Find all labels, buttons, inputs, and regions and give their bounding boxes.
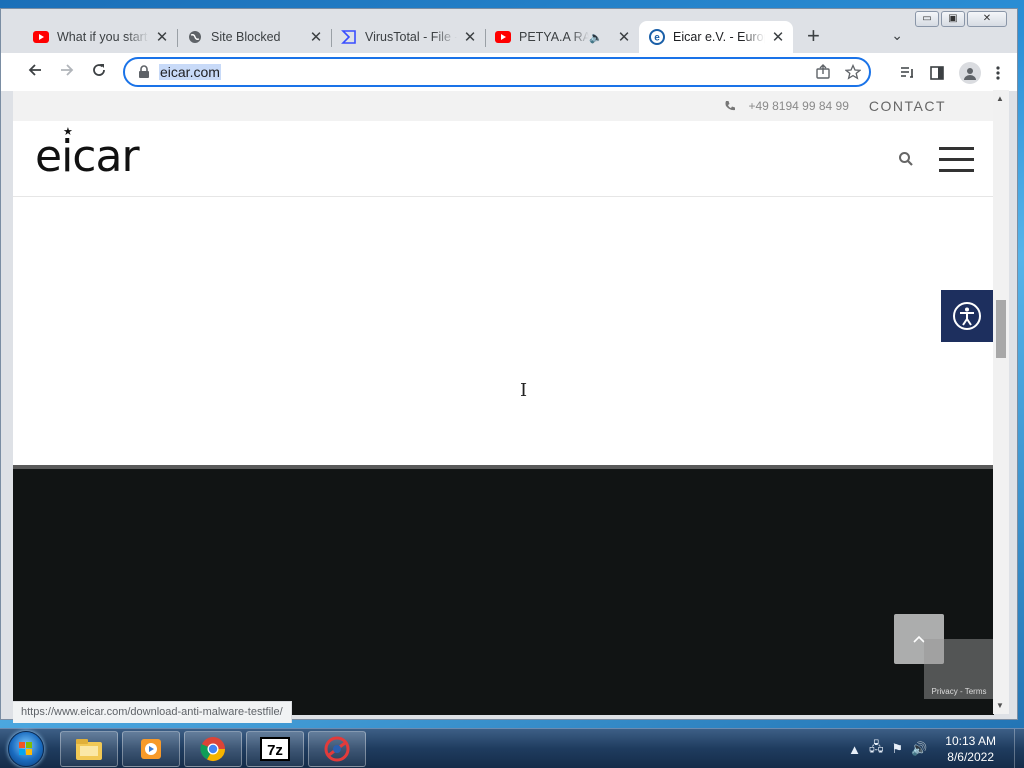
close-tab-icon[interactable]: ✕ <box>309 28 323 46</box>
lock-icon <box>139 65 149 78</box>
content-area <box>13 197 994 465</box>
text-cursor-icon: I <box>520 380 528 401</box>
start-button[interactable] <box>8 731 44 767</box>
youtube-icon <box>33 29 49 45</box>
tab-youtube-what-if[interactable]: What if you start ✕ <box>23 21 177 53</box>
site-header: ★ eicar <box>13 121 994 197</box>
page-scrollbar[interactable]: ▲ ▼ <box>993 90 1009 714</box>
volume-icon[interactable]: 🔊 <box>911 741 927 757</box>
kebab-menu-icon[interactable] <box>995 65 1001 81</box>
status-bar-url: https://www.eicar.com/download-anti-malw… <box>13 701 292 723</box>
media-player-icon <box>141 739 161 759</box>
site-topbar: +49 8194 99 84 99 CONTACT <box>13 91 994 121</box>
tab-title: VirusTotal - File - <box>365 30 457 44</box>
recaptcha-badge[interactable]: Privacy - Terms <box>924 639 994 699</box>
dark-section: Privacy - Terms <box>13 465 994 715</box>
youtube-icon <box>495 29 511 45</box>
tab-strip: What if you start ✕ Site Blocked ✕ Virus… <box>23 19 820 53</box>
action-center-flag-icon[interactable]: ⚑ <box>891 741 903 757</box>
back-arrow-icon <box>28 63 41 76</box>
clock-date: 8/6/2022 <box>947 750 994 764</box>
tab-title: Eicar e.V. - European <box>673 30 765 44</box>
svg-text:7z: 7z <box>267 742 283 759</box>
scroll-down-arrow-icon[interactable]: ▼ <box>996 701 1004 710</box>
tab-virustotal[interactable]: VirusTotal - File - ✕ <box>331 21 485 53</box>
forward-button[interactable] <box>51 62 83 83</box>
tray-expand-icon[interactable]: ▲ <box>848 742 861 757</box>
minimize-button[interactable]: ▭ <box>915 11 939 27</box>
network-icon[interactable]: 🖧 <box>869 738 884 760</box>
scroll-up-arrow-icon[interactable]: ▲ <box>996 94 1004 103</box>
tab-title: PETYA.A RANSOMWARE <box>519 30 590 44</box>
tab-title: What if you start <box>57 30 148 44</box>
new-tab-button[interactable]: + <box>807 21 820 53</box>
taskbar-media-player[interactable] <box>122 731 180 767</box>
close-tab-icon[interactable]: ✕ <box>771 28 785 46</box>
phone-contact[interactable]: +49 8194 99 84 99 <box>724 99 849 113</box>
page-viewport: +49 8194 99 84 99 CONTACT ★ eicar Privac… <box>13 91 994 715</box>
taskbar-clock[interactable]: 10:13 AM 8/6/2022 <box>945 733 996 765</box>
taskbar-7zip[interactable]: 7z <box>246 731 304 767</box>
chrome-icon <box>200 737 225 762</box>
bookmark-star-icon[interactable] <box>845 64 861 80</box>
7zip-icon: 7z <box>260 737 290 761</box>
address-bar[interactable]: eicar.com <box>123 57 871 87</box>
phone-icon <box>725 101 736 111</box>
logo-star-icon: ★ <box>63 125 73 138</box>
hamburger-menu-icon[interactable] <box>939 147 974 180</box>
browser-window: ▭ ▣ ✕ What if you start ✕ Site Blocked ✕… <box>0 8 1018 723</box>
close-tab-icon[interactable]: ✕ <box>155 28 169 46</box>
scrollbar-thumb[interactable] <box>996 300 1006 358</box>
phone-number: +49 8194 99 84 99 <box>748 99 849 113</box>
eicar-logo[interactable]: ★ eicar <box>35 125 140 182</box>
maximize-button[interactable]: ▣ <box>941 11 965 27</box>
close-tab-icon[interactable]: ✕ <box>617 28 631 46</box>
window-controls: ▭ ▣ ✕ <box>915 11 1007 27</box>
eicar-icon: e <box>649 29 665 45</box>
side-panel-icon[interactable] <box>929 65 945 81</box>
logo-text: eicar <box>35 131 140 182</box>
contact-link[interactable]: CONTACT <box>869 98 946 114</box>
recaptcha-text: Privacy - Terms <box>931 687 987 696</box>
share-icon[interactable] <box>815 64 831 80</box>
back-button[interactable] <box>19 62 51 83</box>
virustotal-icon <box>341 29 357 45</box>
svg-text:e: e <box>654 33 660 44</box>
windows-logo-icon <box>19 742 32 755</box>
system-tray: ▲ 🖧 ⚑ 🔊 10:13 AM 8/6/2022 <box>848 729 1014 768</box>
close-tab-icon[interactable]: ✕ <box>463 28 477 46</box>
media-controls-icon[interactable] <box>899 65 915 81</box>
taskbar-explorer[interactable] <box>60 731 118 767</box>
accessibility-icon <box>953 302 981 330</box>
reload-icon <box>93 63 105 76</box>
clock-time: 10:13 AM <box>945 734 996 748</box>
taskbar-security-app[interactable] <box>308 731 366 767</box>
security-app-icon <box>324 736 350 762</box>
reload-button[interactable] <box>83 62 115 83</box>
taskbar: 7z ▲ 🖧 ⚑ 🔊 10:13 AM 8/6/2022 <box>0 728 1024 768</box>
explorer-icon <box>76 739 102 760</box>
globe-icon <box>187 29 203 45</box>
accessibility-button[interactable] <box>941 290 993 342</box>
tab-site-blocked[interactable]: Site Blocked ✕ <box>177 21 331 53</box>
browser-toolbar: eicar.com <box>1 53 1017 91</box>
close-window-button[interactable]: ✕ <box>967 11 1007 27</box>
tab-petya-video[interactable]: PETYA.A RANSOMWARE 🔈 ✕ <box>485 21 639 53</box>
tab-eicar[interactable]: e Eicar e.V. - European ✕ <box>639 21 793 53</box>
audio-playing-icon[interactable]: 🔈 <box>589 31 603 44</box>
profile-avatar-icon[interactable] <box>959 62 981 84</box>
address-url-text[interactable]: eicar.com <box>159 64 221 80</box>
forward-arrow-icon <box>61 63 74 76</box>
taskbar-chrome[interactable] <box>184 731 242 767</box>
tab-search-chevron-icon[interactable]: ⌄ <box>891 27 903 44</box>
tab-title: Site Blocked <box>211 30 281 44</box>
search-icon[interactable] <box>898 151 914 167</box>
show-desktop-button[interactable] <box>1014 729 1024 768</box>
